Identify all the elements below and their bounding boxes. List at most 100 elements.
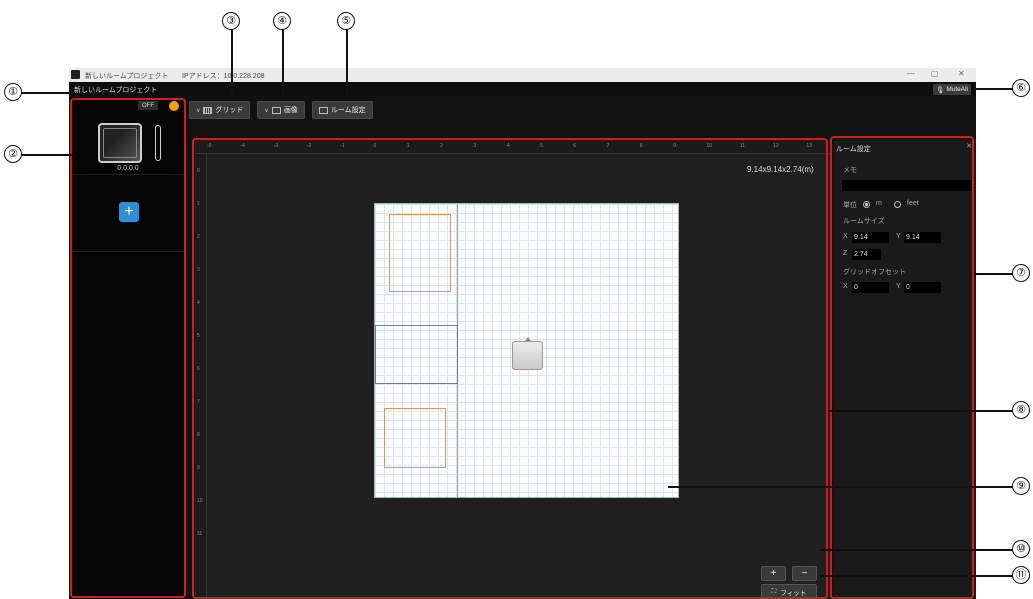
- room-settings-button[interactable]: ルーム設定: [311, 101, 373, 119]
- image-label: 画像: [283, 107, 298, 114]
- zoom-in-button[interactable]: +: [761, 566, 786, 581]
- room-canvas[interactable]: -5 -4 -3 -2 -1 0 1 2 3 4 5 6 7 8 9 10 11 12 13 01234567891…: [195, 140, 831, 599]
- callout-7: ⑦: [1012, 264, 1030, 282]
- room-device-icon[interactable]: [512, 337, 543, 370]
- ruler-x-tick: 0: [373, 143, 377, 149]
- device-thumbnail: [98, 123, 142, 163]
- ruler-x-tick: 3: [473, 143, 477, 149]
- app-logo-icon: [71, 70, 80, 79]
- microphone-icon: [155, 125, 161, 161]
- window-title: 新しいルームプロジェクト: [85, 73, 169, 80]
- room-settings-label: ルーム設定: [330, 107, 366, 114]
- image-button[interactable]: ∨ 画像: [257, 101, 305, 119]
- size-y-field[interactable]: [904, 232, 941, 243]
- callout-1: ①: [4, 83, 22, 101]
- mic-icon: 🎙: [936, 86, 945, 94]
- unit-m-radio[interactable]: [863, 201, 870, 208]
- zone-top[interactable]: [389, 214, 451, 292]
- ruler-y-tick: 9: [197, 465, 200, 471]
- fit-button[interactable]: ⛶ フィット: [761, 584, 817, 599]
- ruler-horizontal: -5 -4 -3 -2 -1 0 1 2 3 4 5 6 7 8 9 10 11 12 13: [195, 140, 831, 154]
- offset-x-field[interactable]: [852, 282, 889, 293]
- minimize-button[interactable]: —: [907, 69, 915, 78]
- ruler-x-tick: 6: [573, 143, 577, 149]
- room-size-label: ルームサイズ: [843, 218, 885, 225]
- callout-4: ④: [273, 12, 291, 30]
- callout-5: ⑤: [337, 12, 355, 30]
- unit-feet-radio[interactable]: [894, 201, 901, 208]
- room-dimensions: 9.14x9.14x2.74(m): [747, 165, 814, 174]
- callout-9: ⑨: [1012, 477, 1030, 495]
- memo-field[interactable]: [842, 180, 972, 191]
- unit-feet-label: feet: [907, 200, 919, 207]
- callout-10: ⑩: [1012, 540, 1030, 558]
- zoom-out-button[interactable]: −: [792, 566, 817, 581]
- ruler-y-tick: 10: [197, 498, 203, 504]
- room-floor-grid[interactable]: [374, 203, 679, 498]
- room-settings-title: ルーム設定: [836, 146, 871, 153]
- mute-all-button[interactable]: 🎙 MuteAll: [933, 84, 971, 95]
- title-bar: 新しいルームプロジェクト IPアドレス：10.0.228.208 — ▢ ✕: [69, 68, 976, 82]
- ruler-x-tick: 10: [706, 143, 713, 149]
- callout-8: ⑧: [1012, 401, 1030, 419]
- callout-6: ⑥: [1012, 79, 1030, 97]
- leader-line-10: [820, 549, 1017, 551]
- ruler-x-tick: -2: [306, 143, 312, 149]
- ruler-y-tick: 5: [197, 333, 200, 339]
- divider: [72, 251, 184, 252]
- ruler-y-tick: 4: [197, 300, 200, 306]
- ruler-y-tick: 11: [197, 531, 203, 537]
- toggle-switch[interactable]: [169, 101, 179, 111]
- project-bar: 新しいルームプロジェクト 🎙 MuteAll: [69, 82, 976, 96]
- leader-line-6: [974, 88, 1017, 90]
- zone-middle[interactable]: [375, 325, 458, 384]
- ruler-x-tick: 11: [739, 143, 745, 149]
- unit-m-label: m: [876, 200, 882, 207]
- size-x-field[interactable]: [852, 232, 889, 243]
- grid-offset-label: グリッドオフセット: [843, 269, 906, 276]
- ruler-x-tick: -5: [207, 143, 212, 149]
- leader-line-5: [346, 28, 348, 98]
- ruler-x-tick: 12: [773, 143, 779, 149]
- zone-bottom[interactable]: [384, 408, 446, 468]
- ruler-x-tick: 13: [806, 143, 812, 149]
- grid-button[interactable]: ∨ グリッド: [189, 101, 251, 119]
- leader-line-3: [231, 28, 233, 98]
- ruler-x-tick: 2: [440, 143, 443, 149]
- leader-line-7: [974, 273, 1017, 275]
- size-z-label: Z: [843, 250, 848, 257]
- size-y-label: Y: [896, 233, 901, 240]
- ruler-x-tick: 7: [606, 143, 610, 149]
- ruler-y-tick: 7: [197, 399, 200, 405]
- image-icon: [271, 106, 281, 114]
- leader-line-4: [282, 28, 284, 98]
- maximize-button[interactable]: ▢: [931, 69, 939, 78]
- leader-line-9: [668, 486, 1017, 488]
- callout-2: ②: [4, 145, 22, 163]
- size-z-field[interactable]: [852, 249, 881, 260]
- offset-y-field[interactable]: [904, 282, 941, 293]
- offset-y-label: Y: [896, 283, 901, 290]
- page: 新しいルームプロジェクト IPアドレス：10.0.228.208 — ▢ ✕ 新…: [0, 0, 1033, 599]
- ruler-y-tick: 6: [197, 366, 200, 372]
- close-window-button[interactable]: ✕: [958, 69, 965, 78]
- memo-label: メモ: [843, 167, 857, 174]
- ruler-x-tick: 8: [639, 143, 643, 149]
- ruler-y-tick: 2: [197, 234, 200, 240]
- ruler-x-tick: -4: [240, 143, 245, 149]
- ruler-x-tick: 1: [406, 143, 410, 149]
- grid-label: グリッド: [215, 107, 244, 114]
- mute-toggle-label[interactable]: OFF: [138, 101, 158, 110]
- size-x-label: X: [843, 233, 848, 240]
- device-card[interactable]: 0.0.0.0: [72, 116, 184, 175]
- ruler-vertical: 0 1 2 3 4 5 6 7 8 9 10 11: [195, 154, 207, 599]
- close-icon[interactable]: ✕: [966, 142, 972, 150]
- offset-x-label: X: [843, 283, 848, 290]
- add-device-button[interactable]: +: [119, 202, 139, 222]
- toolbar: ∨ グリッド ∨ 画像 ルーム設定: [189, 101, 373, 119]
- chevron-down-icon: ∨: [196, 107, 201, 114]
- fit-icon: ⛶: [771, 587, 777, 595]
- device-panel: OFF 0.0.0.0 +: [72, 98, 184, 599]
- chevron-down-icon: ∨: [264, 107, 269, 114]
- room-settings-panel: ルーム設定 ✕ メモ 単位 m feet ルームサイズ X Y Z グリッドオフ…: [834, 140, 976, 599]
